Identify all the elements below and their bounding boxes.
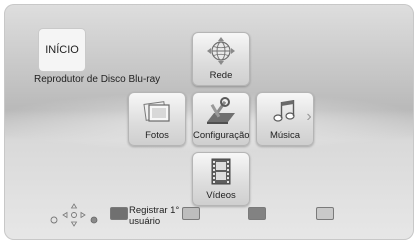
home-title: INÍCIO	[45, 44, 79, 56]
menu-tile-settings-label: Configuração	[193, 130, 250, 141]
color-button-1[interactable]	[110, 207, 128, 220]
color-button-2[interactable]	[182, 207, 200, 220]
color-button-bar: Registrar 1° usuário	[4, 205, 414, 237]
device-subtitle: Reprodutor de Disco Blu-ray	[34, 74, 161, 85]
menu-tile-network-label: Rede	[209, 70, 233, 81]
color-button-4[interactable]	[316, 207, 334, 220]
menu-tile-music-label: Música	[269, 130, 301, 141]
film-strip-icon	[211, 158, 231, 185]
menu-tile-settings[interactable]: Configuração	[192, 92, 250, 146]
menu-tile-videos-label: Vídeos	[206, 190, 236, 201]
color-button-3[interactable]	[248, 207, 266, 220]
chevron-right-icon[interactable]: ›	[304, 108, 314, 126]
menu-tile-photos-label: Fotos	[145, 130, 169, 141]
home-title-box: INÍCIO	[38, 28, 86, 72]
register-first-user-label: Registrar 1° usuário	[129, 205, 180, 227]
home-menu-screen: INÍCIO Reprodutor de Disco Blu-ray Rede …	[4, 4, 414, 240]
menu-tile-videos[interactable]: Vídeos	[192, 152, 250, 206]
menu-tile-network[interactable]: Rede	[192, 32, 250, 86]
settings-tools-icon	[207, 97, 235, 124]
photos-icon	[143, 101, 170, 122]
globe-icon	[207, 37, 235, 65]
menu-tile-photos[interactable]: Fotos	[128, 92, 186, 146]
music-notes-icon	[273, 100, 295, 122]
